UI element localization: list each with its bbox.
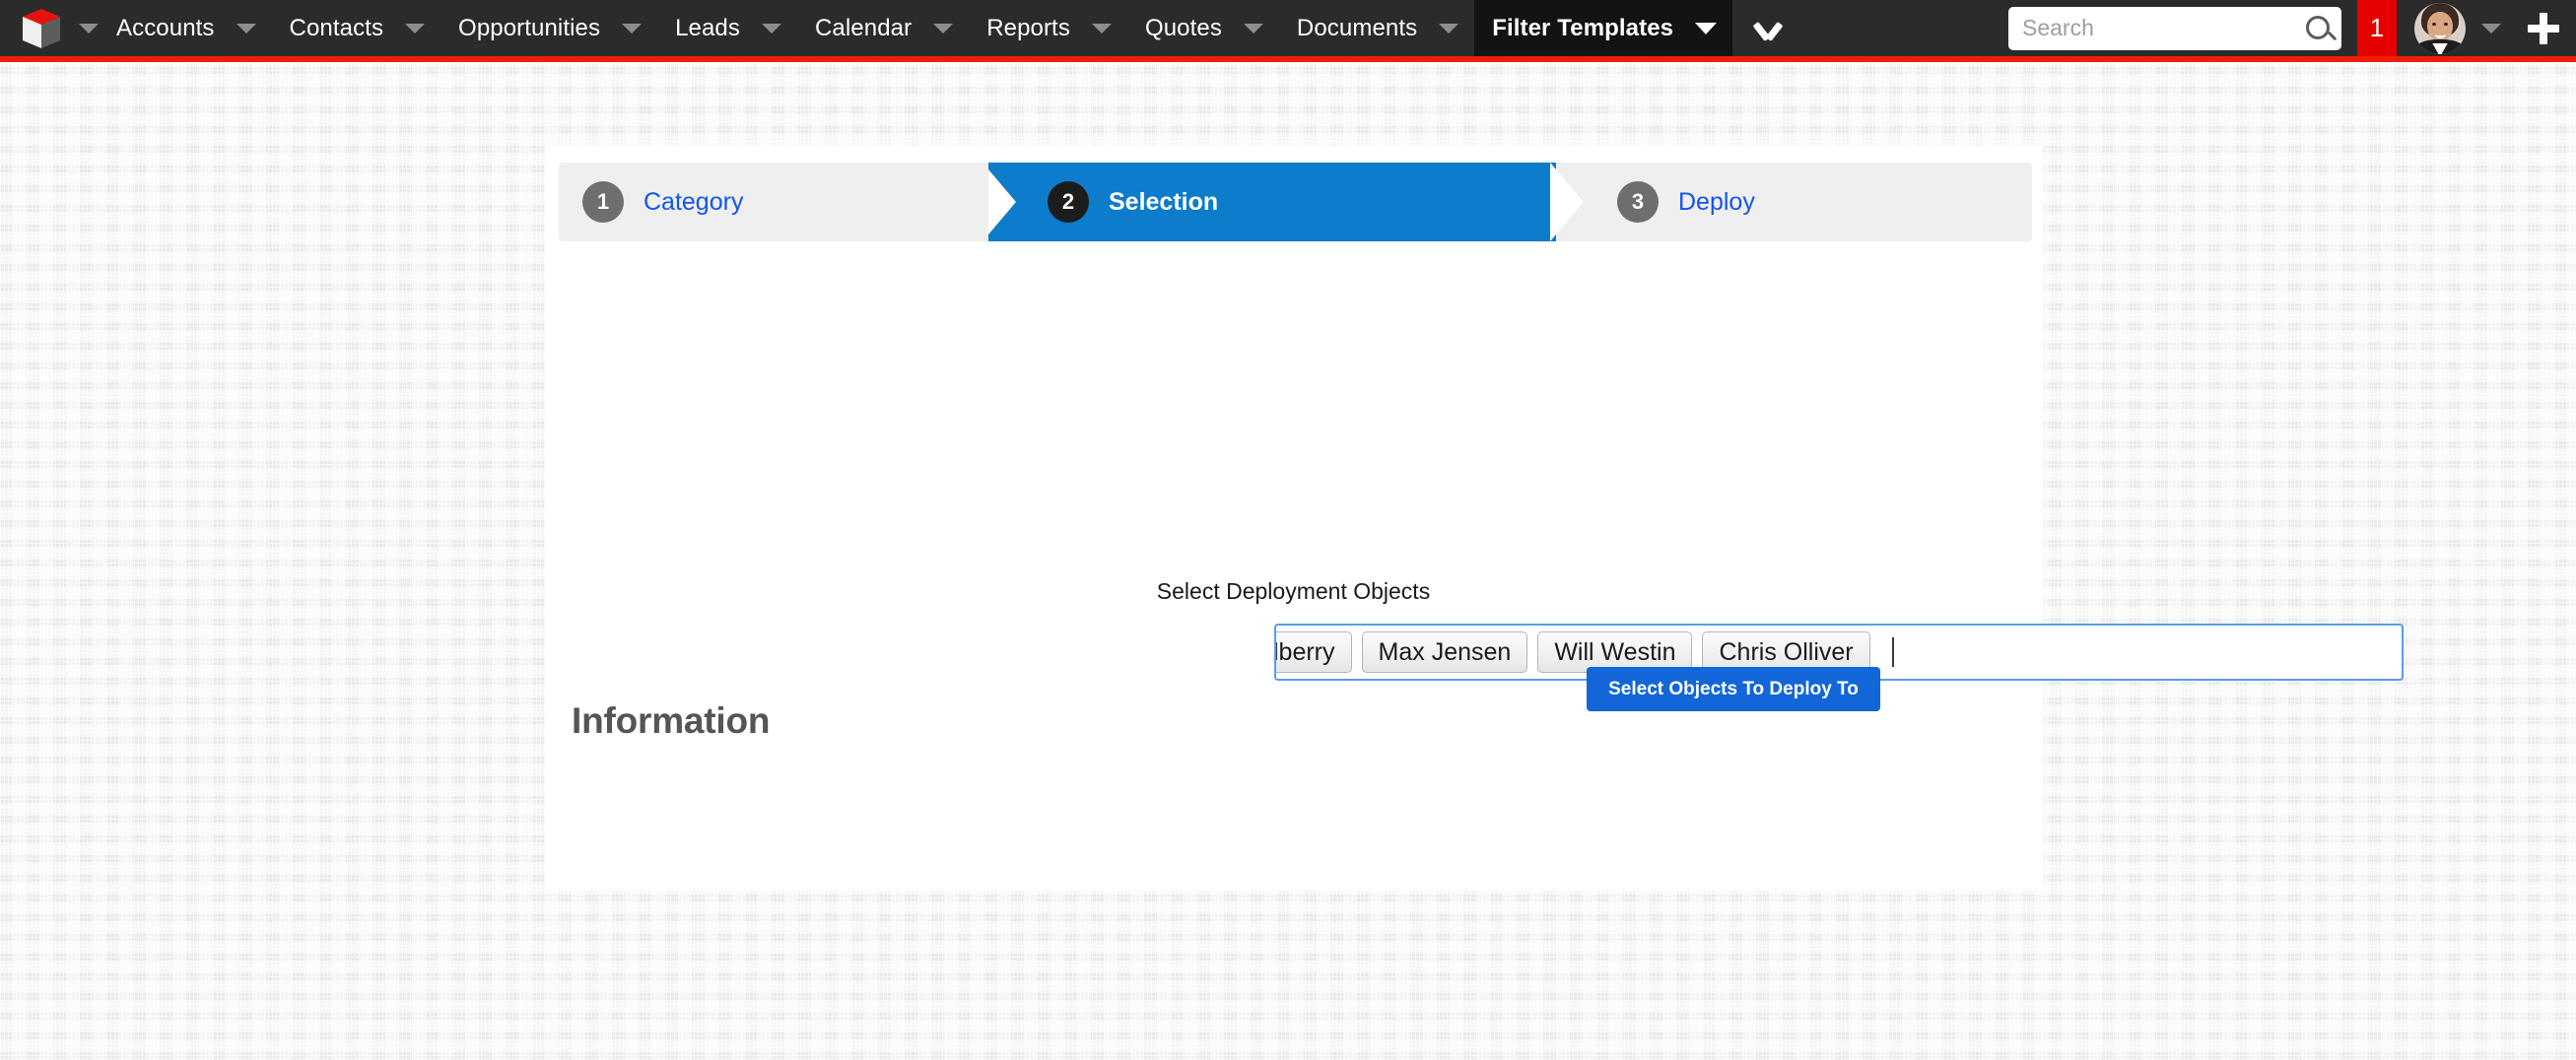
wizard-step-label: Category <box>644 187 744 216</box>
nav-item-reports[interactable]: Reports <box>969 0 1127 56</box>
wizard-step-number: 3 <box>1617 181 1659 223</box>
nav-item-leads[interactable]: Leads <box>657 0 797 56</box>
nav-item-filter-templates[interactable]: Filter Templates <box>1474 0 1733 56</box>
wizard-step-label: Selection <box>1109 187 1219 216</box>
wizard-step-bar: 1 Category 2 Selection 3 Deploy <box>559 163 2032 241</box>
wizard-step-number: 2 <box>1048 181 1089 223</box>
nav-item-contacts[interactable]: Contacts <box>272 0 441 56</box>
content-card: 1 Category 2 Selection 3 Deploy Select D… <box>545 146 2404 890</box>
chevron-down-icon[interactable] <box>933 23 954 33</box>
wizard-step-notch <box>1550 163 1584 241</box>
wizard-step-selection[interactable]: 2 Selection <box>988 163 1590 241</box>
search-icon[interactable] <box>2306 15 2330 39</box>
notification-count: 1 <box>2369 13 2385 42</box>
chevron-down-icon[interactable] <box>1243 23 1263 33</box>
top-navigation-right-group: 1 <box>2008 0 2576 56</box>
nav-item-opportunities[interactable]: Opportunities <box>441 0 657 56</box>
chevron-down-icon[interactable] <box>405 23 426 33</box>
nav-item-label: Documents <box>1296 14 1418 41</box>
wizard-step-deploy[interactable]: 3 Deploy <box>1550 163 2032 241</box>
deployment-objects-label: Select Deployment Objects <box>1156 578 1431 604</box>
chevron-down-icon[interactable] <box>1695 22 1718 34</box>
wizard-step-label: Deploy <box>1678 187 1755 216</box>
nav-item-accounts[interactable]: Accounts <box>99 0 272 56</box>
nav-item-calendar[interactable]: Calendar <box>797 0 969 56</box>
nav-item-quotes[interactable]: Quotes <box>1127 0 1279 56</box>
nav-item-label: Filter Templates <box>1492 14 1674 41</box>
chevron-down-icon[interactable] <box>622 23 643 33</box>
nav-item-label: Accounts <box>116 14 215 41</box>
logo-home-button[interactable] <box>0 0 99 56</box>
chevron-down-icon <box>1755 22 1781 35</box>
chevron-down-icon[interactable] <box>236 23 256 33</box>
nav-item-label: Quotes <box>1144 14 1222 41</box>
notification-badge[interactable]: 1 <box>2357 0 2397 56</box>
user-avatar[interactable] <box>2414 2 2466 54</box>
chevron-down-icon[interactable] <box>1091 23 1112 33</box>
cube-logo-icon <box>22 8 61 49</box>
logo-chevron-down-icon[interactable] <box>79 23 99 33</box>
avatar-eye-left <box>2432 22 2436 26</box>
chevron-down-icon[interactable] <box>1439 23 1459 33</box>
plus-icon[interactable] <box>2527 12 2560 45</box>
nav-item-label: Reports <box>986 14 1070 41</box>
select-objects-to-deploy-to-button[interactable]: Select Objects To Deploy To <box>1587 667 1880 711</box>
nav-item-documents[interactable]: Documents <box>1279 0 1474 56</box>
nav-item-label: Contacts <box>289 14 384 41</box>
wizard-step-number: 1 <box>582 181 624 223</box>
wizard-step-category[interactable]: 1 Category <box>559 163 1022 241</box>
token-chip[interactable]: lberry <box>1276 631 1352 673</box>
nav-item-label: Calendar <box>814 14 913 41</box>
avatar-smile <box>2435 31 2446 38</box>
information-heading: Information <box>572 700 771 741</box>
token-chip[interactable]: Max Jensen <box>1361 631 1528 673</box>
chevron-down-icon[interactable] <box>761 23 781 33</box>
nav-overflow-button[interactable] <box>1732 0 1803 56</box>
wizard-step-notch <box>983 163 1022 241</box>
top-navigation-bar: Accounts Contacts Opportunities Leads Ca… <box>0 0 2576 62</box>
text-cursor <box>1891 637 1894 667</box>
nav-item-label: Opportunities <box>458 14 601 41</box>
search-box[interactable] <box>2008 6 2341 50</box>
user-menu-chevron-down-icon[interactable] <box>2481 23 2501 33</box>
avatar-eye-right <box>2444 22 2448 26</box>
search-input[interactable] <box>2008 6 2341 50</box>
nav-item-label: Leads <box>675 14 740 41</box>
